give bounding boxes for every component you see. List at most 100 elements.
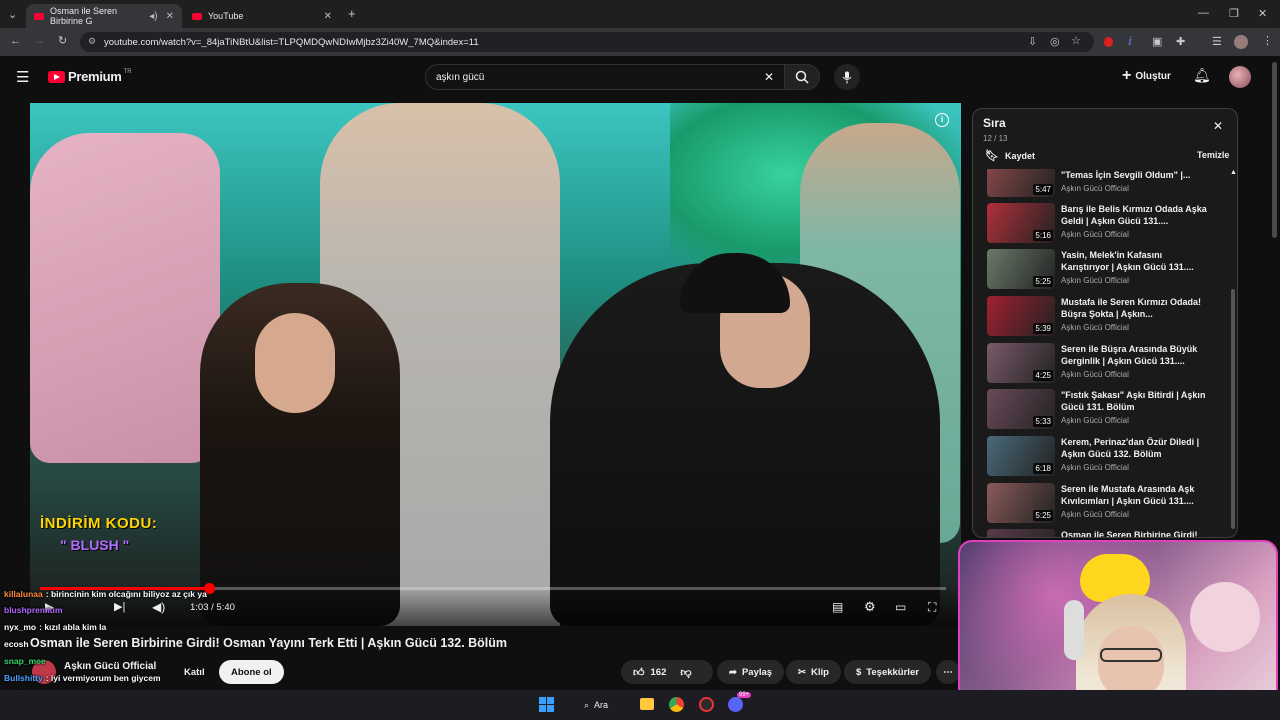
join-button[interactable]: Katıl	[172, 660, 217, 684]
playlist-item-title[interactable]: Barış ile Belis Kırmızı Odada Aşka Geldi…	[1061, 203, 1207, 227]
file-explorer-icon[interactable]	[640, 698, 654, 710]
playlist-item-title[interactable]: Kerem, Perinaz'dan Özür Diledi | Aşkın G…	[1061, 436, 1207, 460]
playlist-item-title[interactable]: Yasin, Melek'in Kafasını Karıştırıyor | …	[1061, 249, 1207, 273]
back-icon[interactable]: ←	[10, 35, 21, 47]
glasses	[1100, 648, 1162, 662]
minimize-icon[interactable]: —	[1198, 7, 1209, 19]
bookmark-star-icon[interactable]: ☆	[1071, 34, 1081, 47]
fullscreen-icon[interactable]: ⛶	[928, 600, 936, 615]
tab-active[interactable]: Osman ile Seren Birbirine G ◂) ✕	[26, 4, 182, 28]
headphones	[1064, 600, 1084, 660]
profile-avatar[interactable]	[1234, 35, 1248, 49]
playlist-item-thumbnail[interactable]: 6:18	[987, 436, 1055, 476]
audio-icon[interactable]: ◂)	[149, 11, 157, 22]
hamburger-menu-icon[interactable]: ☰	[16, 68, 29, 86]
subscribe-button[interactable]: Abone ol	[219, 660, 284, 684]
clear-playlist-button[interactable]: Temizle	[1197, 150, 1229, 160]
url-field[interactable]: ⚙ youtube.com/watch?v=_84jaTiNBtU&list=T…	[80, 32, 1094, 52]
eye-off-icon[interactable]: ◎	[1050, 35, 1060, 48]
video-player[interactable]: İNDİRİM KODU: " BLUSH " i	[30, 103, 961, 626]
playlist-item[interactable]: 5:16 Barış ile Belis Kırmızı Odada Aşka G…	[987, 201, 1227, 247]
forward-icon[interactable]: →	[34, 35, 45, 47]
extension-red-icon[interactable]	[1104, 37, 1113, 47]
more-actions-button[interactable]: ⋯	[936, 660, 960, 684]
playlist-item-title[interactable]: Osman ile Seren Birbirine Girdi!	[1061, 529, 1207, 537]
playlist-item[interactable]: 5:39 Mustafa ile Seren Kırmızı Odada! Büş…	[987, 294, 1227, 340]
taskbar-search[interactable]: ⌕ Ara	[576, 696, 628, 714]
search-input[interactable]: aşkın gücü ✕	[425, 64, 785, 90]
playlist-item-channel: Aşkın Gücü Official	[1061, 463, 1129, 472]
notifications-bell-icon[interactable]: 🔔︎	[1193, 67, 1211, 84]
create-button[interactable]: + Oluştur	[1122, 67, 1171, 85]
youtube-logo[interactable]: Premium TR	[48, 69, 132, 84]
search-value: aşkın gücü	[436, 71, 485, 83]
menu-kebab-icon[interactable]: ⋮	[1262, 34, 1273, 47]
close-window-icon[interactable]: ✕	[1258, 7, 1267, 20]
playlist-item[interactable]: 5:33 "Fıstık Şakası" Aşkı Bitirdi | Aşkın…	[987, 387, 1227, 433]
windows-start-icon[interactable]	[539, 697, 554, 712]
playlist-item-title[interactable]: "Fıstık Şakası" Aşkı Bitirdi | Aşkın Güc…	[1061, 389, 1207, 413]
extensions-puzzle-icon[interactable]: ✚	[1176, 35, 1185, 48]
playlist-item[interactable]: 5:47 Osman'ın Seren'i Şok Eden "Temas İçi…	[987, 169, 1227, 201]
playlist-item[interactable]: 4:25 Seren ile Büşra Arasında Büyük Gergi…	[987, 341, 1227, 387]
playlist-item-title[interactable]: Osman'ın Seren'i Şok Eden "Temas İçin Se…	[1061, 169, 1207, 181]
save-playlist-button[interactable]: 🔖︎ Kaydet	[985, 149, 1035, 162]
reload-icon[interactable]: ↻	[58, 34, 67, 47]
app-icon[interactable]	[699, 697, 714, 712]
volume-icon[interactable]: ◀)	[152, 600, 165, 614]
site-info-icon[interactable]: ⚙	[88, 36, 96, 47]
face-left	[255, 313, 335, 413]
like-icon[interactable]: 👍︎	[633, 666, 645, 679]
channel-name[interactable]: Aşkın Gücü Official	[64, 661, 156, 672]
playlist-item-title[interactable]: Mustafa ile Seren Kırmızı Odada! Büşra Ş…	[1061, 296, 1207, 320]
like-count[interactable]: 162	[651, 667, 667, 678]
extension-icon[interactable]: ▣	[1152, 35, 1162, 48]
playlist-item-thumbnail[interactable]: 5:25	[987, 249, 1055, 289]
scroll-up-icon[interactable]: ▲	[1230, 169, 1237, 176]
close-tab-icon[interactable]: ✕	[166, 11, 174, 22]
chrome-icon[interactable]	[669, 697, 684, 712]
next-icon[interactable]: ▶|	[114, 600, 125, 613]
playlist-item-thumbnail[interactable]: 5:33	[987, 389, 1055, 429]
playlist-item-channel: Aşkın Gücü Official	[1061, 370, 1129, 379]
tab-search-icon[interactable]: ⌄	[8, 8, 17, 21]
close-playlist-icon[interactable]: ✕	[1213, 119, 1223, 133]
page-scrollbar[interactable]	[1272, 62, 1277, 238]
playlist-item-duration: 5:33	[1033, 416, 1053, 427]
settings-gear-icon[interactable]: ⚙	[864, 599, 876, 615]
playlist-item-thumbnail[interactable]	[987, 529, 1055, 537]
playlist-item[interactable]: 6:18 Kerem, Perinaz'dan Özür Diledi | Aşk…	[987, 434, 1227, 480]
share-button[interactable]: ➦ Paylaş	[717, 660, 785, 684]
playlist-item-thumbnail[interactable]: 5:47	[987, 169, 1055, 197]
playlist-item-thumbnail[interactable]: 4:25	[987, 343, 1055, 383]
tab-youtube[interactable]: YouTube ✕	[184, 4, 340, 28]
playlist-item[interactable]: 5:25 Seren ile Mustafa Arasında Aşk Kıvıl…	[987, 481, 1227, 527]
playlist-item-title[interactable]: Seren ile Büşra Arasında Büyük Gerginlik…	[1061, 343, 1207, 367]
restore-icon[interactable]: ❐	[1229, 7, 1239, 20]
dislike-icon[interactable]: 👎︎	[680, 666, 691, 679]
thanks-button[interactable]: $ Teşekkürler	[844, 660, 931, 684]
voice-search-button[interactable]	[834, 64, 860, 90]
playlist-item[interactable]: Osman ile Seren Birbirine Girdi!	[987, 527, 1227, 537]
info-icon[interactable]: i	[935, 113, 949, 127]
clip-button[interactable]: ✂ Klip	[786, 660, 841, 684]
clear-search-icon[interactable]: ✕	[764, 70, 774, 84]
search-button[interactable]	[784, 64, 820, 90]
account-avatar[interactable]	[1229, 66, 1251, 88]
playlist-item-thumbnail[interactable]: 5:16	[987, 203, 1055, 243]
discord-icon[interactable]	[728, 697, 743, 712]
close-tab-icon[interactable]: ✕	[324, 11, 332, 22]
install-icon[interactable]: ⇩	[1028, 35, 1037, 48]
extension-translate-icon[interactable]: ⅈ	[1128, 35, 1132, 48]
playlist-item-thumbnail[interactable]: 5:39	[987, 296, 1055, 336]
new-tab-button[interactable]: +	[348, 6, 356, 21]
subtitles-icon[interactable]: ▤	[832, 600, 843, 614]
chat-username: blushpremium	[4, 605, 63, 615]
reading-list-icon[interactable]: ☰	[1212, 35, 1222, 48]
playlist-scrollbar[interactable]	[1231, 289, 1235, 529]
theater-mode-icon[interactable]: ▭	[895, 600, 906, 614]
playlist-item-channel: Aşkın Gücü Official	[1061, 510, 1129, 519]
playlist-item-title[interactable]: Seren ile Mustafa Arasında Aşk Kıvılcıml…	[1061, 483, 1207, 507]
playlist-item[interactable]: 5:25 Yasin, Melek'in Kafasını Karıştırıyo…	[987, 247, 1227, 293]
playlist-item-thumbnail[interactable]: 5:25	[987, 483, 1055, 523]
